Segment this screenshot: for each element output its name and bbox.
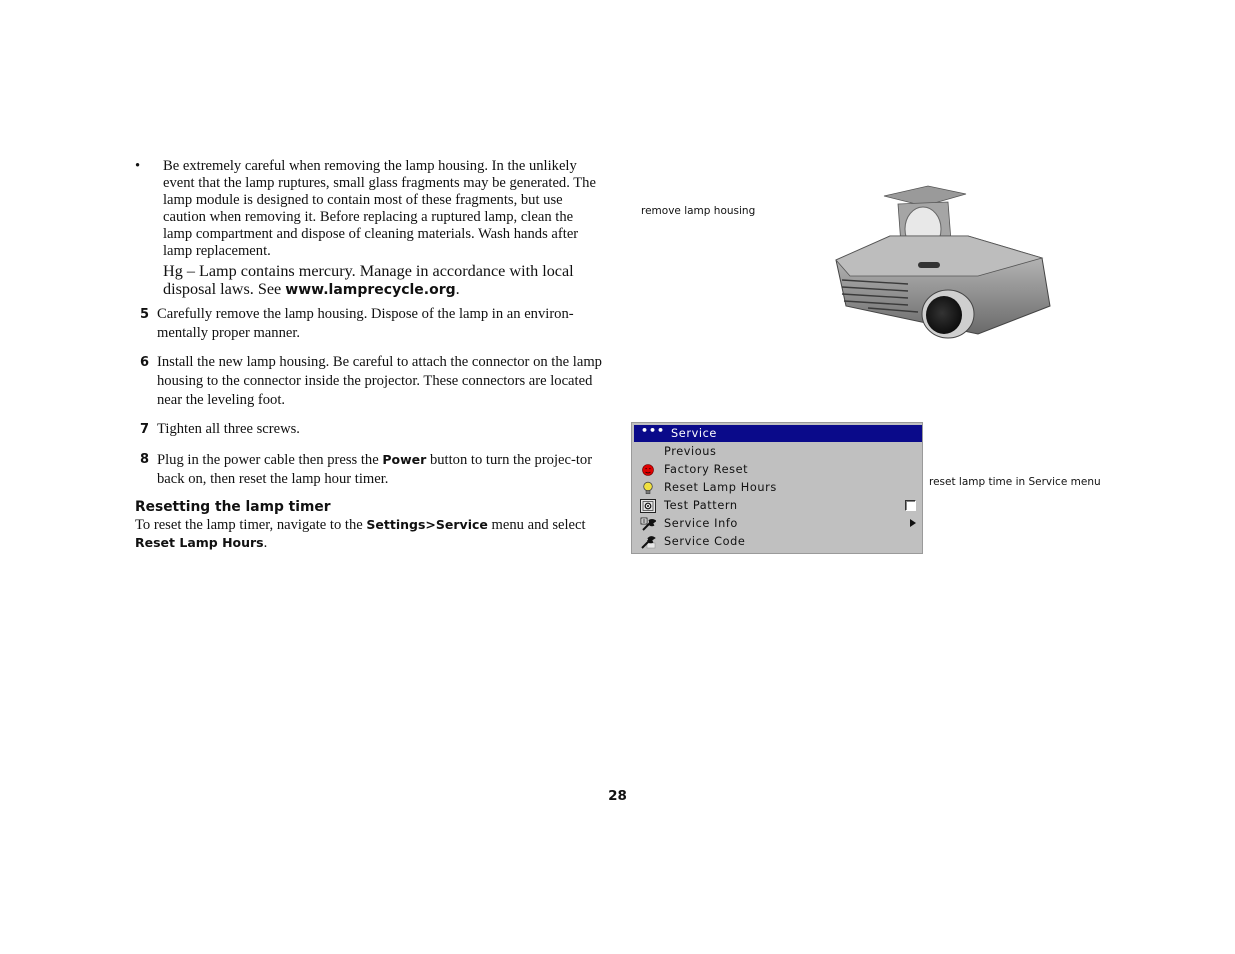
step-number: 8 [140,452,150,467]
para-text: . [263,535,268,551]
menu-item-service-code[interactable]: Service Code [634,533,922,551]
step-number: 7 [140,422,150,437]
red-face-icon [642,464,654,476]
settings-service-term: Settings>Service [366,517,488,532]
menu-title-bar[interactable]: ••• Service [634,424,922,442]
step-number: 6 [140,355,150,370]
light-bulb-icon [643,481,653,494]
mercury-notice: Hg – Lamp contains mercury. Manage in ac… [163,262,605,299]
warning-bullet: • Be extremely careful when removing the… [135,158,605,299]
menu-item-previous[interactable]: Previous [634,443,922,461]
step-text: Install the new lamp housing. Be careful… [157,354,602,408]
test-pattern-icon [640,499,656,513]
menu-item-service-info[interactable]: Service Info [634,515,922,533]
menu-item-label: Previous [664,445,717,458]
wrench-icon [641,536,656,549]
menu-item-reset-lamp-hours[interactable]: Reset Lamp Hours [634,479,922,497]
menu-title: Service [671,427,717,440]
service-menu: ••• Service Previous Factory Reset Reset… [631,422,923,554]
menu-item-label: Factory Reset [664,463,749,476]
menu-item-label: Service Code [664,535,746,548]
page-number: 28 [608,788,627,804]
bullet-symbol: • [135,158,141,174]
reset-lamp-hours-term: Reset Lamp Hours [135,535,264,550]
main-text-column: • Be extremely careful when removing the… [135,158,605,552]
power-term: Power [382,452,427,467]
wrench-info-icon [640,517,656,531]
submenu-arrow-icon [910,519,916,527]
menu-item-factory-reset[interactable]: Factory Reset [634,461,922,479]
step-6: 6 Install the new lamp housing. Be caref… [135,353,605,410]
section-paragraph: To reset the lamp timer, navigate to the… [135,516,605,552]
projector-caption: remove lamp housing [641,205,756,217]
warning-text: Be extremely careful when removing the l… [163,158,596,259]
step-text: Tighten all three screws. [157,421,300,437]
step-text-before: Plug in the power cable then press the [157,452,383,468]
step-5: 5 Carefully remove the lamp housing. Dis… [135,305,605,343]
mercury-notice-end: . [455,280,460,298]
menu-dots-icon: ••• [641,424,666,437]
menu-item-label: Reset Lamp Hours [664,481,777,494]
menu-item-label: Test Pattern [664,499,738,512]
para-text: To reset the lamp timer, navigate to the [135,517,367,533]
lamprecycle-link[interactable]: www.lamprecycle.org [285,282,455,298]
menu-caption: reset lamp time in Service menu [929,476,1101,488]
step-7: 7 Tighten all three screws. [135,420,605,439]
projector-illustration [835,185,1051,339]
test-pattern-checkbox[interactable] [905,500,916,511]
step-text: Carefully remove the lamp housing. Dispo… [157,306,574,341]
menu-item-label: Service Info [664,517,738,530]
menu-item-test-pattern[interactable]: Test Pattern [634,497,922,515]
section-heading: Resetting the lamp timer [135,499,331,515]
para-text: menu and select [487,517,586,533]
step-8: 8 Plug in the power cable then press the… [135,450,605,489]
step-number: 5 [140,307,150,322]
